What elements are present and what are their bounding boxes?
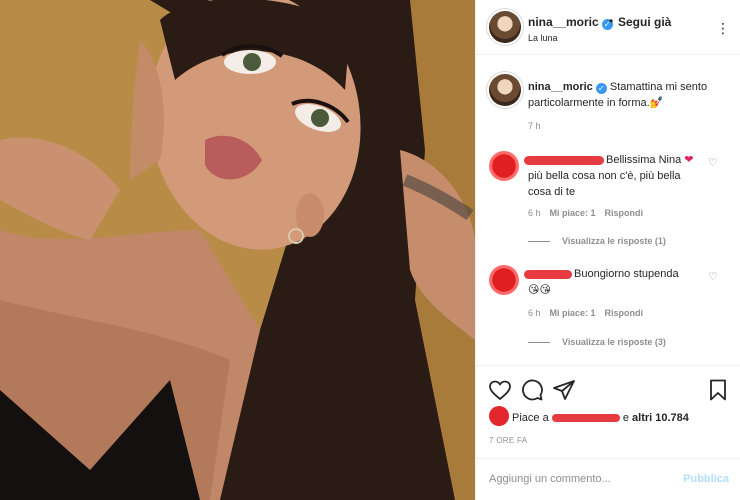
author-avatar[interactable] [489, 11, 521, 43]
verified-badge-icon: ✓ [595, 83, 607, 94]
action-bar [476, 365, 740, 410]
comment-time[interactable]: 6 h [528, 308, 541, 318]
separator-dot: • [609, 14, 614, 28]
location-link[interactable]: La luna [528, 33, 558, 43]
comment-avatar[interactable] [489, 265, 519, 295]
heart-emoji: ❤ [684, 154, 694, 166]
likes-summary[interactable]: Piace a e altri 10.784 [512, 412, 689, 424]
redacted-liker-name [551, 414, 620, 423]
redacted-username [524, 156, 604, 165]
comment-time[interactable]: 6 h [528, 208, 541, 218]
reply-button[interactable]: Rispondi [605, 208, 644, 218]
instagram-post: nina__moric ✓ • Segui già La luna ⋮ nina_… [0, 0, 740, 500]
post-side-panel: nina__moric ✓ • Segui già La luna ⋮ nina_… [475, 0, 740, 500]
add-comment-bar: Aggiungi un commento... Pubblica [476, 458, 740, 500]
kiss-emojis: 😘😘 [528, 284, 551, 296]
comment-bubble-icon[interactable] [520, 378, 544, 402]
comment-avatar[interactable] [489, 151, 519, 181]
following-button[interactable]: Segui già [618, 15, 671, 29]
redacted-username [524, 270, 572, 279]
likes-others-count[interactable]: altri 10.784 [632, 412, 689, 424]
caption-author-avatar[interactable] [489, 74, 521, 106]
comment-meta: 6 h Mi piace: 1 Rispondi [528, 308, 643, 318]
caption: nina__moric ✓ Stamattina mi sento partico… [528, 79, 728, 111]
comment-meta: 6 h Mi piace: 1 Rispondi [528, 208, 643, 218]
publish-button[interactable]: Pubblica [683, 473, 729, 485]
nail-polish-emoji: 💅 [649, 97, 664, 109]
comment-likes[interactable]: Mi piace: 1 [550, 308, 596, 318]
like-heart-icon[interactable] [488, 378, 512, 402]
comment-text-continued: più bella cosa non c'è, più bella cosa d… [528, 170, 681, 198]
caption-username[interactable]: nina__moric [528, 81, 593, 93]
view-replies-button[interactable]: Visualizza le risposte (3) [528, 337, 666, 347]
view-replies-button[interactable]: Visualizza le risposte (1) [528, 236, 666, 246]
comment-text: Buongiorno stupenda [574, 268, 679, 280]
comment-input[interactable]: Aggiungi un commento... [489, 473, 611, 485]
post-header: nina__moric ✓ • Segui già La luna ⋮ [476, 0, 740, 55]
like-comment-heart-icon[interactable]: ♡ [708, 270, 718, 283]
more-options-icon[interactable]: ⋮ [716, 20, 730, 37]
likes-prefix: Piace a [512, 412, 549, 424]
author-username[interactable]: nina__moric ✓ [528, 15, 613, 30]
comment-likes[interactable]: Mi piace: 1 [550, 208, 596, 218]
portrait-image [0, 0, 475, 500]
share-paper-plane-icon[interactable] [552, 378, 576, 402]
like-comment-heart-icon[interactable]: ♡ [708, 156, 718, 169]
caption-time[interactable]: 7 h [528, 121, 541, 131]
reply-button[interactable]: Rispondi [605, 308, 644, 318]
likes-conjunction: e [622, 412, 629, 424]
post-time[interactable]: 7 ORE FA [489, 436, 527, 445]
post-photo[interactable] [0, 0, 475, 500]
author-username-text[interactable]: nina__moric [528, 15, 599, 29]
liker-avatar[interactable] [489, 406, 509, 426]
save-bookmark-icon[interactable] [706, 378, 730, 402]
